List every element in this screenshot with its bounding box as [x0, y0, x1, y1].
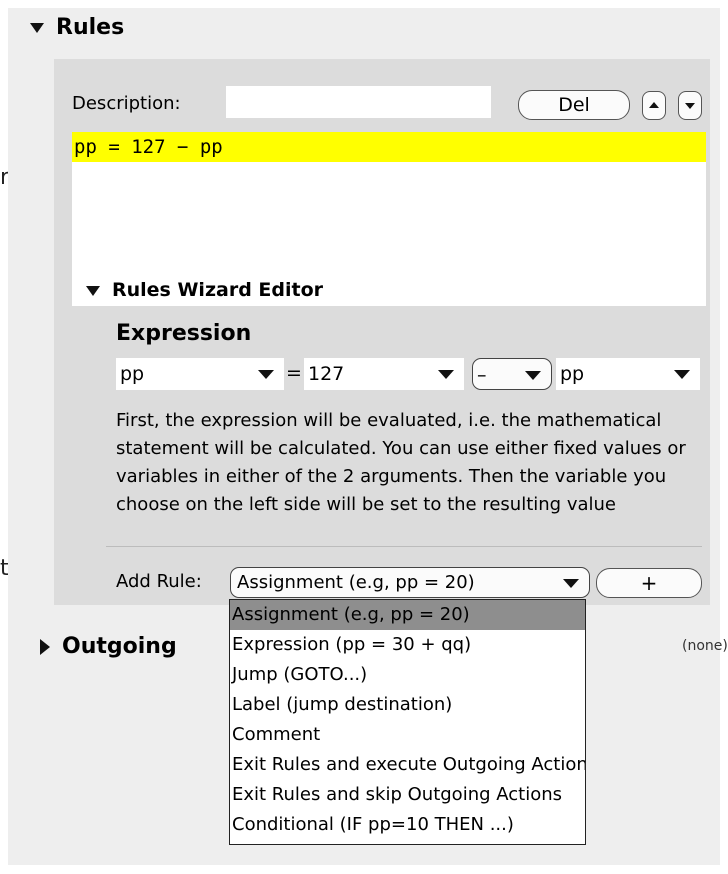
rules-wizard-title: Rules Wizard Editor [112, 279, 324, 301]
dropdown-arrow-icon [563, 579, 579, 588]
expand-triangle-icon[interactable] [40, 639, 50, 655]
rules-section-title: Rules [56, 15, 125, 40]
menu-item-exit-skip[interactable]: Exit Rules and skip Outgoing Actions [230, 780, 585, 810]
expression-title: Expression [116, 321, 252, 346]
rules-section-header[interactable]: Rules [30, 15, 124, 40]
dropdown-arrow-icon [258, 370, 274, 379]
description-input[interactable] [226, 86, 491, 118]
dropdown-arrow-icon [674, 370, 690, 379]
rule-row-selected[interactable]: pp = 127 − pp [72, 132, 706, 162]
menu-item-conditional[interactable]: Conditional (IF pp=10 THEN ...) [230, 810, 585, 840]
menu-item-label[interactable]: Label (jump destination) [230, 690, 585, 720]
value-combo[interactable]: 127 [304, 358, 464, 390]
operator-value: – [477, 364, 487, 386]
outgoing-section-title: Outgoing [62, 634, 177, 659]
operand-variable-select[interactable]: pp [556, 358, 700, 390]
outgoing-status: (none) [682, 638, 728, 654]
arrow-up-icon [649, 102, 659, 108]
menu-item-jump[interactable]: Jump (GOTO...) [230, 660, 585, 690]
expression-explanation: First, the expression will be evaluated,… [116, 410, 686, 515]
move-down-button[interactable] [678, 91, 702, 120]
operand-variable-value: pp [560, 363, 585, 385]
rules-wizard-header[interactable]: Rules Wizard Editor [86, 279, 323, 301]
dropdown-arrow-icon [438, 370, 454, 379]
divider [106, 546, 702, 547]
target-variable-select[interactable]: pp [116, 358, 284, 390]
add-rule-selected-value: Assignment (e.g, pp = 20) [237, 572, 475, 593]
collapse-triangle-icon[interactable] [86, 285, 100, 296]
add-rule-type-select[interactable]: Assignment (e.g, pp = 20) [230, 567, 590, 598]
dropdown-arrow-icon [525, 371, 541, 380]
menu-item-exit-execute[interactable]: Exit Rules and execute Outgoing Actions [230, 750, 585, 780]
collapse-triangle-icon[interactable] [30, 23, 44, 33]
arrow-down-icon [685, 103, 695, 109]
add-rule-button[interactable]: + [596, 568, 702, 598]
add-rule-label: Add Rule: [116, 571, 202, 592]
equals-sign: = [286, 362, 302, 384]
description-label: Description: [72, 93, 181, 114]
delete-rule-button[interactable]: Del [518, 90, 630, 120]
outgoing-section-header[interactable]: Outgoing [40, 634, 177, 659]
menu-item-assignment[interactable]: Assignment (e.g, pp = 20) [230, 600, 585, 630]
menu-item-expression[interactable]: Expression (pp = 30 + qq) [230, 630, 585, 660]
value-text: 127 [308, 363, 345, 385]
target-variable-value: pp [120, 363, 145, 385]
operator-select[interactable]: – [472, 358, 552, 390]
rules-editor: Description: Del pp = 127 − pp Rules Wiz… [54, 59, 710, 605]
menu-item-comment[interactable]: Comment [230, 720, 585, 750]
add-rule-dropdown-menu[interactable]: Assignment (e.g, pp = 20) Expression (pp… [229, 599, 586, 845]
move-up-button[interactable] [642, 91, 666, 120]
